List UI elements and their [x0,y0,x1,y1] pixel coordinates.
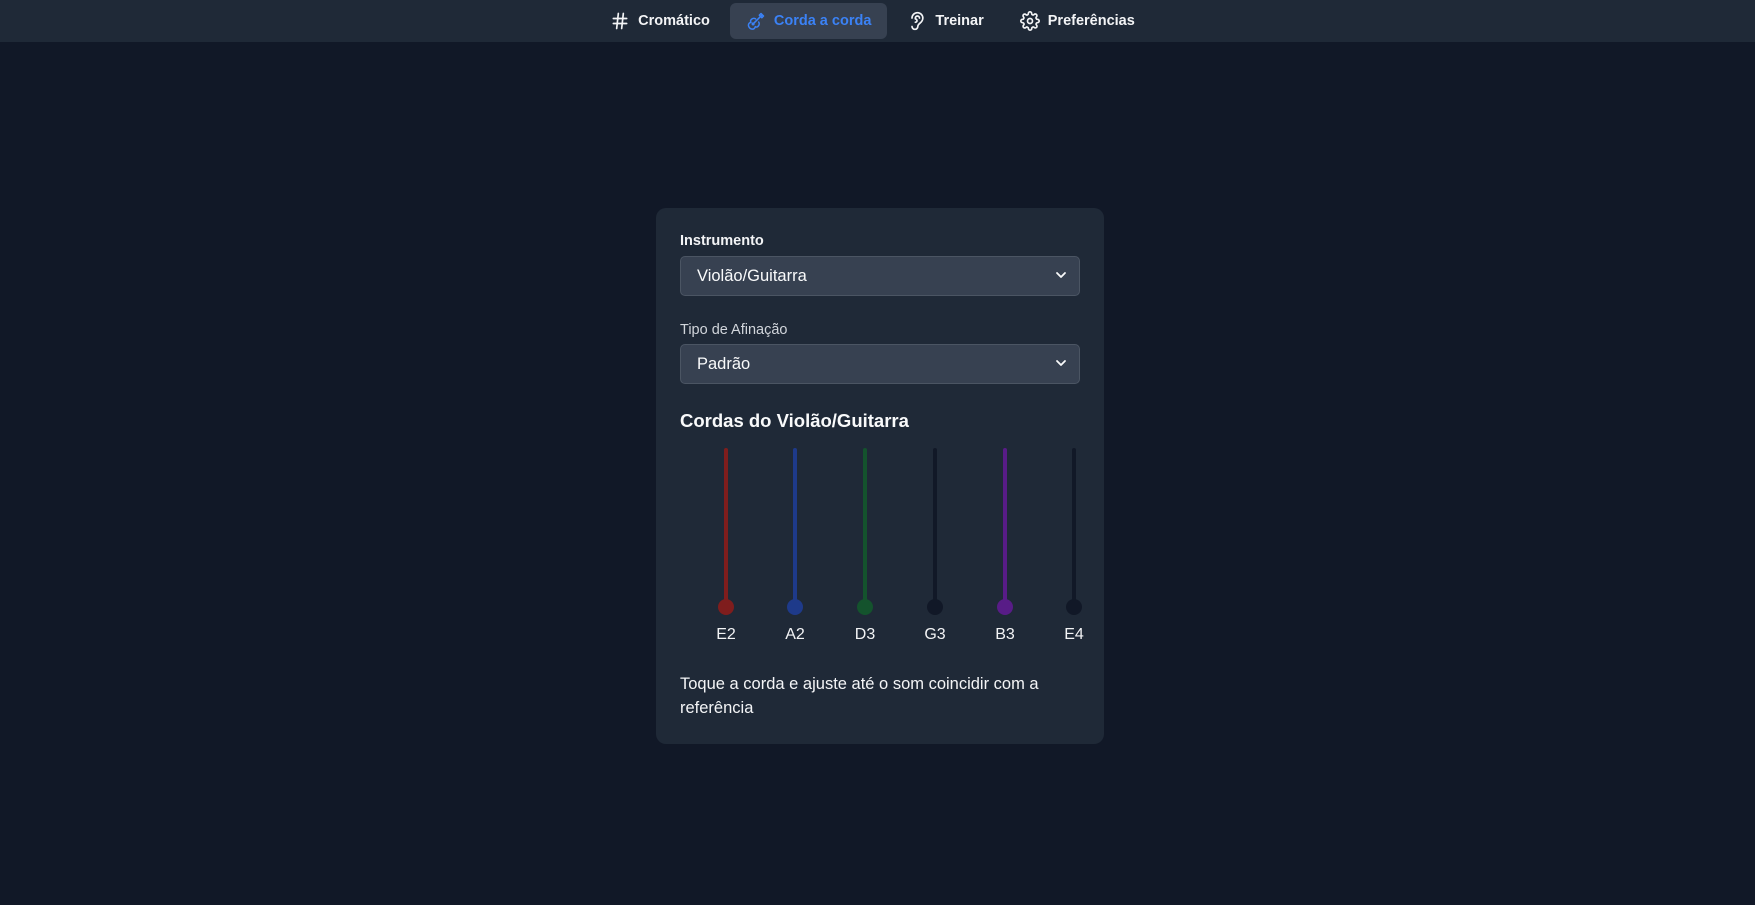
nav-item-cromatico[interactable]: Cromático [594,3,726,39]
strings-title: Cordas do Violão/Guitarra [680,410,909,431]
hash-icon [610,11,630,31]
string-a2[interactable]: A2 [775,448,815,658]
string-knob [927,599,943,615]
string-d3[interactable]: D3 [845,448,885,658]
nav-item-treinar[interactable]: Treinar [891,3,999,39]
ear-icon [907,11,927,31]
string-b3[interactable]: B3 [985,448,1025,658]
string-note-label: E2 [716,626,736,643]
string-knob [718,599,734,615]
tuning-select-value: Padrão [697,354,751,373]
tuning-type-label: Tipo de Afinação [680,322,788,338]
string-note-label: A2 [785,626,805,643]
instrument-select-value: Violão/Guitarra [697,266,807,285]
string-knob [997,599,1013,615]
nav-item-label: Treinar [935,13,984,29]
nav-item-label: Corda a corda [773,13,872,29]
string-note-label: B3 [995,626,1015,643]
nav-item-label: Cromático [638,13,710,29]
string-line [933,448,937,608]
tuner-card: Instrumento Violão/Guitarra Tipo de Afin… [656,208,1104,744]
nav-item-preferencias[interactable]: Preferências [1004,3,1151,39]
string-note-label: E4 [1064,626,1084,643]
nav-item-corda-a-corda[interactable]: Corda a corda [729,3,888,39]
string-e4[interactable]: E4 [1054,448,1094,658]
instrument-label: Instrumento [680,233,764,249]
string-line [863,448,867,608]
nav-menu: Cromático Corda a corda Treinar Preferên… [594,3,1151,39]
tuning-type-select[interactable]: Padrão [680,344,1080,384]
tuning-hint-text: Toque a corda e ajuste até o som coincid… [680,675,1039,717]
string-line [724,448,728,608]
string-e2[interactable]: E2 [706,448,746,658]
string-g3[interactable]: G3 [915,448,955,658]
instrument-select[interactable]: Violão/Guitarra [680,256,1080,296]
string-knob [1066,599,1082,615]
string-note-label: D3 [854,626,876,643]
string-knob [787,599,803,615]
string-line [1003,448,1007,608]
string-note-label: G3 [924,626,946,643]
chevron-down-icon [1055,355,1067,374]
string-line [793,448,797,608]
string-knob [857,599,873,615]
gear-icon [1019,11,1040,31]
nav-item-label: Preferências [1047,13,1135,29]
guitar-icon [746,11,766,31]
chevron-down-icon [1055,267,1067,286]
top-navbar: Cromático Corda a corda Treinar Preferên… [0,0,1755,42]
string-line [1072,448,1076,608]
